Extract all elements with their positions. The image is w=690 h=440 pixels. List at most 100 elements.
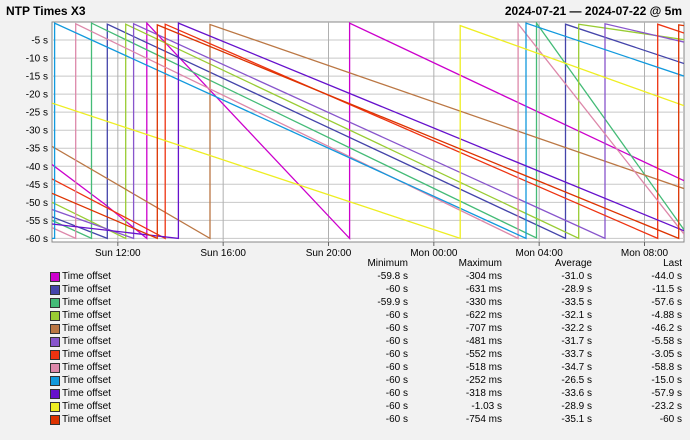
legend-swatch: [50, 285, 60, 295]
series-last: -3.05 s: [651, 349, 682, 360]
y-tick-label: -40 s: [26, 162, 48, 173]
y-tick-label: -10 s: [26, 54, 48, 65]
series-last: -15.0 s: [651, 375, 682, 386]
series-maximum: -1.03 s: [471, 401, 502, 412]
series-name: Time offset: [62, 310, 111, 321]
series-last: -5.58 s: [651, 336, 682, 347]
series-minimum: -60 s: [385, 414, 408, 425]
legend-swatch: [50, 363, 60, 373]
series-average: -35.1 s: [561, 414, 592, 425]
legend-row: Time offset -60 s -707 ms -32.2 s -46.2 s: [0, 322, 690, 335]
legend-row: Time offset -60 s -631 ms -28.9 s -11.5 s: [0, 283, 690, 296]
series-minimum: -60 s: [385, 388, 408, 399]
series-maximum: -252 ms: [465, 375, 502, 386]
series-maximum: -631 ms: [465, 284, 502, 295]
series-average: -33.7 s: [561, 349, 592, 360]
series-name: Time offset: [62, 284, 111, 295]
series-maximum: -552 ms: [465, 349, 502, 360]
x-tick-label: Sun 16:00: [200, 248, 246, 257]
legend-row: Time offset -59.8 s -304 ms -31.0 s -44.0 s: [0, 270, 690, 283]
y-tick-label: -20 s: [26, 90, 48, 101]
series-name: Time offset: [62, 297, 111, 308]
legend-row: Time offset -60 s -318 ms -33.6 s -57.9 s: [0, 387, 690, 400]
series-average: -31.7 s: [561, 336, 592, 347]
legend-rows: Time offset -59.8 s -304 ms -31.0 s -44.0 sT…: [0, 270, 690, 426]
series-maximum: -481 ms: [465, 336, 502, 347]
series-last: -11.5 s: [652, 284, 682, 295]
series-minimum: -60 s: [385, 336, 408, 347]
series-name: Time offset: [62, 362, 111, 373]
y-tick-label: -15 s: [26, 72, 48, 83]
series-average: -26.5 s: [561, 375, 592, 386]
y-tick-label: -35 s: [26, 144, 48, 155]
legend-swatch: [50, 337, 60, 347]
series-average: -33.5 s: [561, 297, 592, 308]
average-header: Average: [554, 258, 592, 269]
last-header: Last: [663, 258, 682, 269]
series-last: -57.9 s: [651, 388, 682, 399]
legend-row: Time offset -60 s -552 ms -33.7 s -3.05 s: [0, 348, 690, 361]
series-minimum: -60 s: [385, 349, 408, 360]
series-name: Time offset: [62, 323, 111, 334]
series-last: -23.2 s: [651, 401, 682, 412]
series-last: -4.88 s: [651, 310, 682, 321]
series-average: -28.9 s: [561, 284, 592, 295]
legend-row: Time offset -60 s -252 ms -26.5 s -15.0 s: [0, 374, 690, 387]
legend-swatch: [50, 272, 60, 282]
series-maximum: -330 ms: [465, 297, 502, 308]
series-minimum: -60 s: [385, 323, 408, 334]
series-average: -34.7 s: [561, 362, 592, 373]
legend-swatch: [50, 415, 60, 425]
y-tick-label: -45 s: [26, 180, 48, 191]
series-minimum: -60 s: [385, 284, 408, 295]
series-average: -33.6 s: [561, 388, 592, 399]
series-maximum: -707 ms: [465, 323, 502, 334]
legend-swatch: [50, 324, 60, 334]
series-minimum: -60 s: [385, 375, 408, 386]
series-maximum: -304 ms: [465, 271, 502, 282]
series-name: Time offset: [62, 336, 111, 347]
y-tick-label: -55 s: [26, 216, 48, 227]
y-tick-label: -25 s: [26, 108, 48, 119]
series-name: Time offset: [62, 414, 111, 425]
series-minimum: -60 s: [385, 310, 408, 321]
legend-table: Minimum Maximum Average Last Time offset…: [0, 257, 690, 426]
series-name: Time offset: [62, 349, 111, 360]
minimum-header: Minimum: [367, 258, 408, 269]
maximum-header: Maximum: [458, 258, 502, 269]
y-tick-label: -50 s: [26, 198, 48, 209]
series-last: -44.0 s: [651, 271, 682, 282]
x-tick-label: Sun 20:00: [306, 248, 352, 257]
x-tick-label: Mon 00:00: [410, 248, 458, 257]
series-maximum: -318 ms: [465, 388, 502, 399]
series-name: Time offset: [62, 388, 111, 399]
y-tick-label: -30 s: [26, 126, 48, 137]
series-name: Time offset: [62, 271, 111, 282]
legend-swatch: [50, 389, 60, 399]
series-last: -60 s: [659, 414, 682, 425]
series-maximum: -518 ms: [465, 362, 502, 373]
series-last: -58.8 s: [651, 362, 682, 373]
x-tick-label: Mon 04:00: [516, 248, 564, 257]
legend-row: Time offset -60 s -1.03 s -28.9 s -23.2 s: [0, 400, 690, 413]
series-last: -46.2 s: [651, 323, 682, 334]
series-maximum: -622 ms: [465, 310, 502, 321]
series-name: Time offset: [62, 401, 111, 412]
series-minimum: -59.9 s: [377, 297, 408, 308]
series-maximum: -754 ms: [465, 414, 502, 425]
legend-swatch: [50, 298, 60, 308]
legend-swatch: [50, 402, 60, 412]
legend-row: Time offset -60 s -622 ms -32.1 s -4.88 s: [0, 309, 690, 322]
legend-swatch: [50, 376, 60, 386]
ntp-chart: -5 s -10 s -15 s -20 s -25 s -30 s -35 s -40 s -…: [26, 21, 685, 257]
series-average: -31.0 s: [561, 271, 592, 282]
series-average: -32.1 s: [561, 310, 592, 321]
legend-row: Time offset -59.9 s -330 ms -33.5 s -57.6 s: [0, 296, 690, 309]
legend-header: Minimum Maximum Average Last: [0, 257, 690, 270]
legend-row: Time offset -60 s -481 ms -31.7 s -5.58 s: [0, 335, 690, 348]
y-tick-label: -5 s: [31, 36, 48, 47]
series-minimum: -60 s: [385, 362, 408, 373]
series-minimum: -60 s: [385, 401, 408, 412]
series-average: -28.9 s: [561, 401, 592, 412]
series-average: -32.2 s: [561, 323, 592, 334]
